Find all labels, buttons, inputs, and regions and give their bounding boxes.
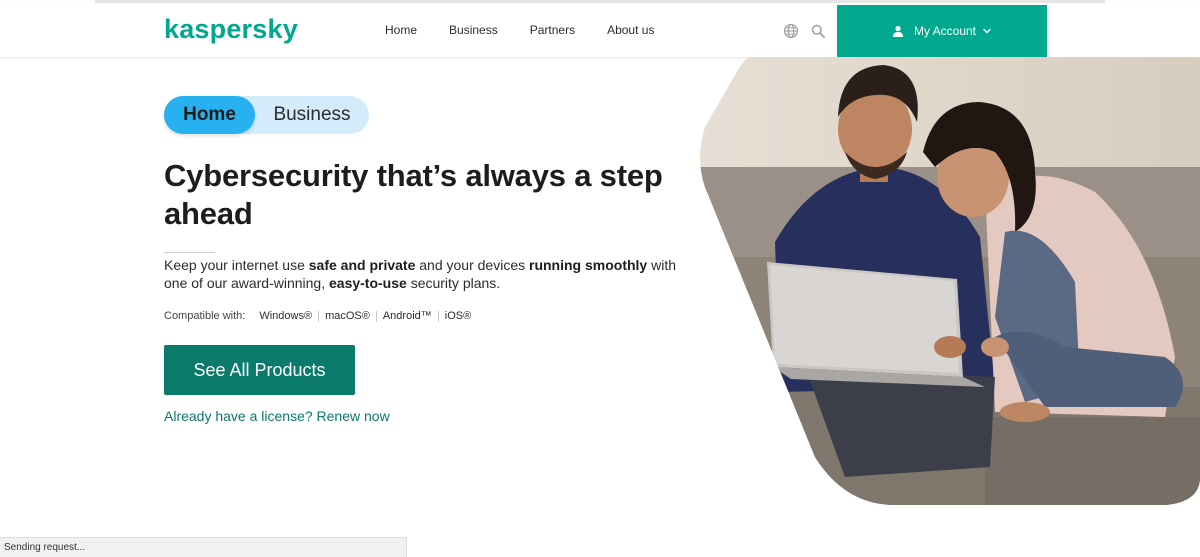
os-ios: iOS® xyxy=(444,310,472,322)
toggle-business[interactable]: Business xyxy=(255,96,369,134)
search-icon[interactable] xyxy=(811,24,825,38)
page: kaspersky Home Business Partners About u… xyxy=(0,0,1200,557)
subtext-bold: easy-to-use xyxy=(329,275,407,291)
user-icon xyxy=(892,25,903,37)
hero-headline: Cybersecurity that’s always a step ahead xyxy=(164,158,663,231)
renew-license-link[interactable]: Already have a license? Renew now xyxy=(164,408,390,424)
toggle-home[interactable]: Home xyxy=(164,96,255,134)
subtext-bold: safe and private xyxy=(308,257,416,273)
headline-divider xyxy=(164,252,215,253)
nav-business[interactable]: Business xyxy=(449,23,498,37)
main-nav: Home Business Partners About us xyxy=(385,23,686,37)
site-header: kaspersky Home Business Partners About u… xyxy=(0,5,1200,58)
home-business-toggle: Home Business xyxy=(164,96,369,134)
subtext-bold: running smoothly xyxy=(529,257,648,273)
os-android: Android™ xyxy=(382,310,432,322)
browser-top-bar xyxy=(95,0,1105,3)
nav-partners[interactable]: Partners xyxy=(530,23,575,37)
my-account-button[interactable]: My Account xyxy=(837,5,1047,57)
os-windows: Windows® xyxy=(259,310,313,322)
hero-image xyxy=(700,57,1200,505)
compatible-label: Compatible with: xyxy=(164,310,246,322)
see-all-products-button[interactable]: See All Products xyxy=(164,345,355,395)
os-macos: macOS® xyxy=(325,310,370,322)
kaspersky-logo[interactable]: kaspersky xyxy=(164,14,298,45)
os-separator xyxy=(318,310,320,322)
compatibility-list: Compatible with: Windows® macOS® Android… xyxy=(164,310,471,322)
os-separator xyxy=(375,310,377,322)
nav-about-us[interactable]: About us xyxy=(607,23,654,37)
subtext-part: and your devices xyxy=(415,257,529,273)
my-account-label: My Account xyxy=(913,24,977,38)
subtext-part: Keep your internet use xyxy=(164,257,309,273)
globe-icon[interactable] xyxy=(783,23,799,39)
chevron-down-icon xyxy=(983,28,991,34)
subtext-part: security plans. xyxy=(406,275,501,291)
nav-home[interactable]: Home xyxy=(385,23,417,37)
hero-subtext: Keep your internet use safe and private … xyxy=(164,256,694,292)
status-bar: Sending request... xyxy=(0,537,407,557)
os-separator xyxy=(437,310,439,322)
